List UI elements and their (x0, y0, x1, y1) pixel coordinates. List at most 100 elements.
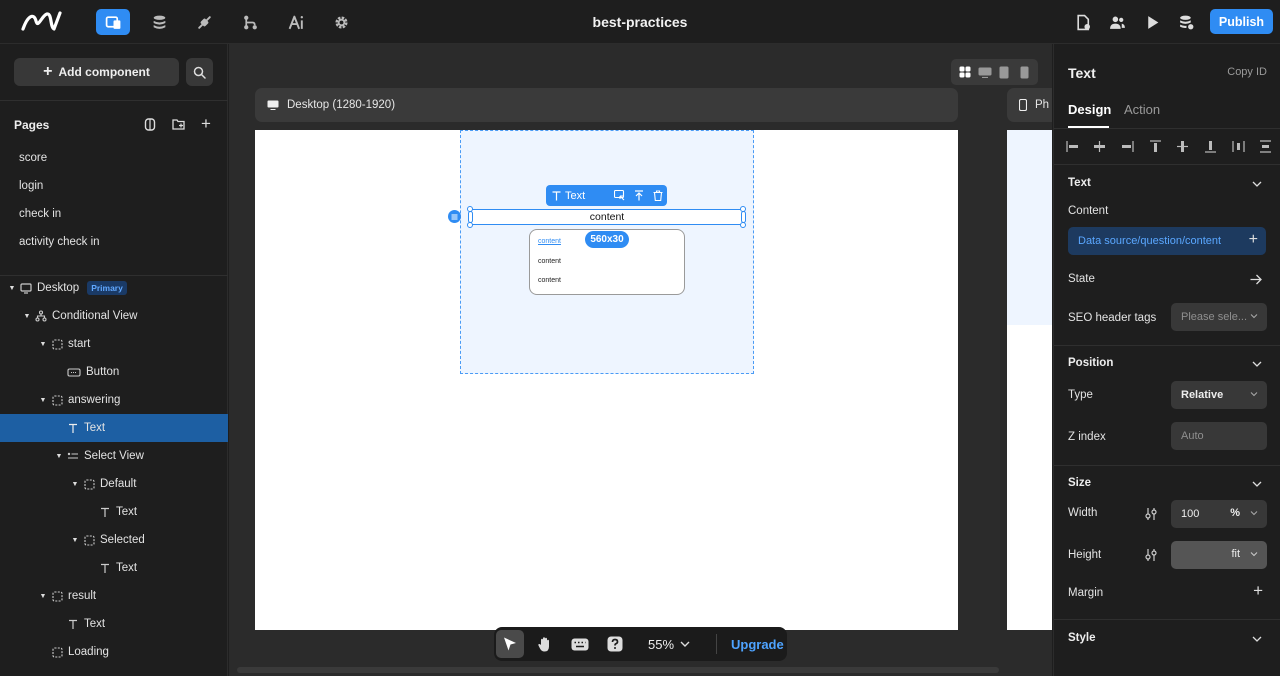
expand-caret-icon[interactable]: ▼ (22, 313, 32, 320)
expand-caret-icon[interactable]: ▼ (38, 397, 48, 404)
add-margin-icon[interactable]: + (1253, 582, 1263, 599)
position-type-select[interactable]: Relative (1171, 381, 1267, 409)
help-button[interactable] (601, 630, 629, 658)
database-tool-button[interactable] (142, 9, 176, 35)
tree-item-start[interactable]: ▼ start (0, 330, 228, 358)
tree-item-desktop[interactable]: ▼ Desktop Primary (0, 274, 228, 302)
align-left-icon[interactable] (1064, 138, 1080, 154)
select-parent-icon[interactable] (610, 188, 629, 204)
tab-action[interactable]: Action (1124, 102, 1160, 117)
hand-tool-button[interactable] (531, 630, 559, 658)
horizontal-scrollbar[interactable] (237, 667, 999, 673)
expand-caret-icon[interactable]: ▼ (38, 341, 48, 348)
element-type-label[interactable]: Text (552, 190, 610, 202)
tablet-view-icon[interactable] (997, 65, 1011, 79)
resize-handle-top-left[interactable] (467, 206, 473, 212)
page-settings-button[interactable] (1066, 9, 1100, 35)
select-tool-button[interactable] (496, 630, 524, 658)
phone-view-icon[interactable] (1017, 65, 1031, 79)
chevron-down-icon[interactable] (1252, 634, 1262, 644)
page-item-activity-check-in[interactable]: activity check in (19, 231, 100, 259)
tree-item-default-text[interactable]: Text (0, 498, 228, 526)
tree-item-default[interactable]: ▼ Default (0, 470, 228, 498)
tree-item-result-text[interactable]: Text (0, 610, 228, 638)
tree-item-select-view[interactable]: ▼ Select View (0, 442, 228, 470)
size-section-title[interactable]: Size (1068, 477, 1091, 489)
add-data-source-icon[interactable]: + (1249, 232, 1258, 248)
seo-header-tags-select[interactable]: Please sele... (1171, 303, 1267, 331)
data-settings-button[interactable] (1169, 9, 1203, 35)
tree-item-loading[interactable]: Loading (0, 638, 228, 666)
z-index-input[interactable]: Auto (1171, 422, 1267, 450)
expand-caret-icon[interactable]: ▼ (7, 285, 17, 292)
tree-item-button[interactable]: Button (0, 358, 228, 386)
drag-handle-icon[interactable] (448, 210, 461, 223)
zoom-dropdown[interactable]: 55% (648, 637, 708, 652)
sizing-mode-icon[interactable] (1144, 548, 1158, 562)
move-up-icon[interactable] (629, 188, 648, 204)
page-item-login[interactable]: login (19, 175, 100, 203)
tree-item-selected[interactable]: ▼ Selected (0, 526, 228, 554)
page-templates-icon[interactable] (143, 116, 157, 132)
height-select[interactable]: fit (1171, 541, 1267, 569)
tab-design[interactable]: Design (1068, 102, 1111, 117)
tree-item-selected-text[interactable]: Text (0, 554, 228, 582)
expand-caret-icon[interactable]: ▼ (54, 453, 64, 460)
align-center-horizontal-icon[interactable] (1092, 138, 1108, 154)
align-bottom-icon[interactable] (1203, 138, 1219, 154)
distribute-horizontal-icon[interactable] (1230, 138, 1246, 154)
select-option[interactable]: content (538, 277, 561, 284)
chevron-down-icon[interactable] (1252, 179, 1262, 189)
tree-item-conditional-view[interactable]: ▼ Conditional View (0, 302, 228, 330)
chevron-down-icon[interactable] (1252, 479, 1262, 489)
align-right-icon[interactable] (1119, 138, 1135, 154)
all-devices-icon[interactable] (958, 65, 972, 79)
tree-item-answering[interactable]: ▼ answering (0, 386, 228, 414)
phone-frame-header[interactable]: Ph (1007, 88, 1052, 122)
workflow-tool-button[interactable] (233, 9, 267, 35)
settings-tool-button[interactable] (324, 9, 358, 35)
tree-item-text-selected[interactable]: Text (0, 414, 228, 442)
add-component-button[interactable]: + Add component (14, 58, 179, 86)
selected-text-element[interactable]: content (470, 209, 744, 225)
preview-button[interactable] (1135, 9, 1169, 35)
expand-caret-icon[interactable]: ▼ (38, 593, 48, 600)
design-canvas[interactable]: Desktop (1280-1920) Ph Text content cont… (229, 44, 1052, 676)
keyboard-shortcuts-button[interactable] (566, 630, 594, 658)
resize-handle-top-right[interactable] (740, 206, 746, 212)
desktop-frame-header[interactable]: Desktop (1280-1920) (255, 88, 958, 122)
width-unit[interactable]: % (1230, 507, 1240, 519)
add-page-icon[interactable]: + (199, 115, 213, 132)
data-source-field[interactable]: Data source/question/content + (1068, 227, 1266, 255)
add-folder-icon[interactable] (171, 116, 185, 132)
plugins-tool-button[interactable] (187, 9, 221, 35)
align-center-vertical-icon[interactable] (1175, 138, 1191, 154)
desktop-view-icon[interactable] (978, 65, 992, 79)
app-logo-icon[interactable] (20, 9, 64, 35)
width-input[interactable]: 100 % (1171, 500, 1267, 528)
select-option[interactable]: content (538, 258, 561, 265)
style-section-title[interactable]: Style (1068, 632, 1096, 644)
page-item-check-in[interactable]: check in (19, 203, 100, 231)
tree-item-result[interactable]: ▼ result (0, 582, 228, 610)
delete-icon[interactable] (648, 188, 667, 204)
distribute-vertical-icon[interactable] (1258, 138, 1274, 154)
resize-handle-bottom-left[interactable] (467, 222, 473, 228)
position-section-title[interactable]: Position (1068, 357, 1113, 369)
chevron-down-icon[interactable] (1252, 359, 1262, 369)
arrow-right-icon[interactable] (1250, 274, 1262, 285)
pages-tool-button[interactable] (96, 9, 130, 35)
publish-button[interactable]: Publish (1210, 9, 1273, 34)
copy-id-button[interactable]: Copy ID (1227, 66, 1267, 78)
search-button[interactable] (186, 58, 213, 86)
select-option-selected[interactable]: content (538, 238, 561, 245)
users-button[interactable] (1100, 9, 1134, 35)
sizing-mode-icon[interactable] (1144, 507, 1158, 521)
align-top-icon[interactable] (1147, 138, 1163, 154)
upgrade-link[interactable]: Upgrade (731, 637, 784, 652)
resize-handle-bottom-right[interactable] (740, 222, 746, 228)
expand-caret-icon[interactable]: ▼ (70, 537, 80, 544)
page-item-score[interactable]: score (19, 147, 100, 175)
text-section-title[interactable]: Text (1068, 177, 1091, 189)
document-title[interactable]: best-practices (593, 14, 688, 30)
